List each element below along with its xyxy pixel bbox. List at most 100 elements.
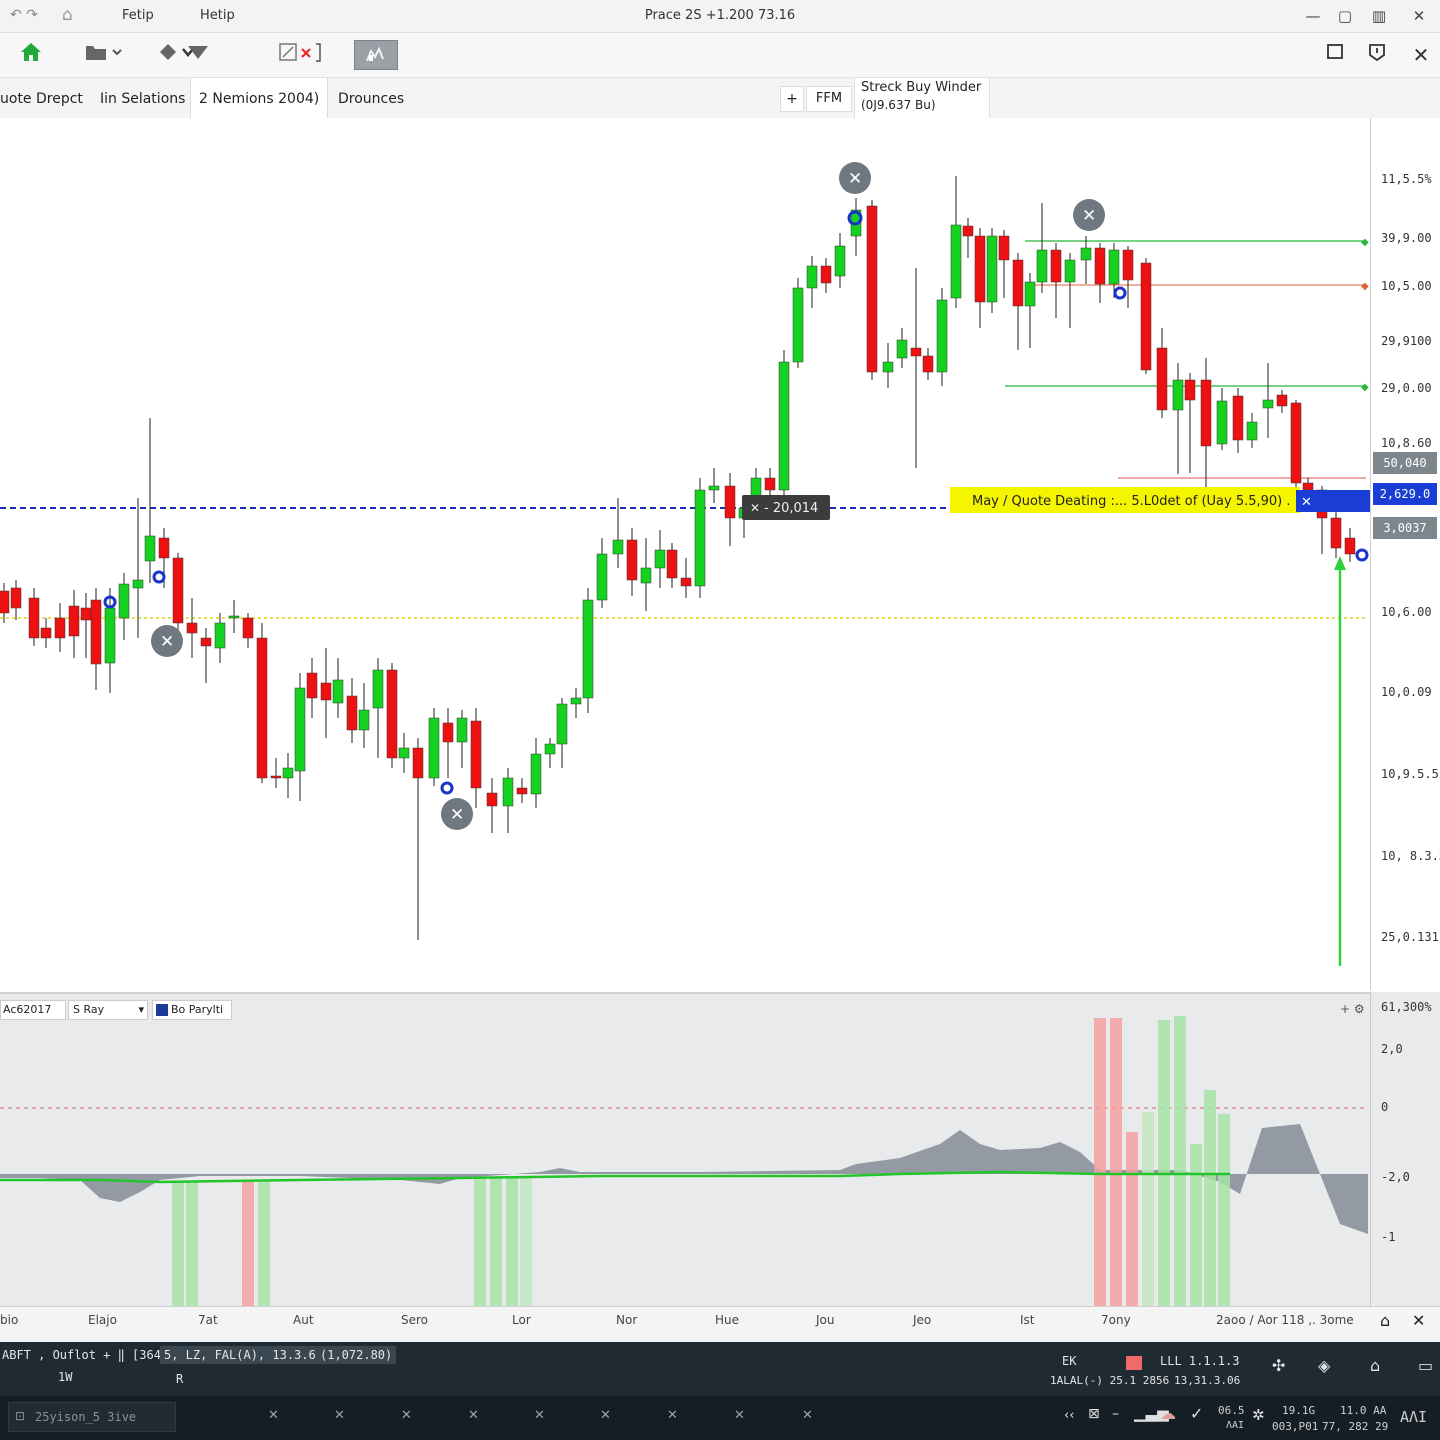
time-axis[interactable]: bio Elajo 7at Aut Sero Lor Nor Hue Jou J… [0, 1306, 1440, 1343]
chart-type-icon[interactable] [354, 40, 398, 70]
candle-body[interactable] [1302, 482, 1314, 491]
candle-body[interactable] [332, 679, 344, 704]
candle-body[interactable] [412, 747, 424, 779]
candle-body[interactable] [386, 669, 398, 759]
indicator-bar[interactable] [242, 1182, 254, 1306]
home-icon[interactable] [16, 41, 46, 69]
candle-body[interactable] [1184, 379, 1196, 401]
indicator-bar[interactable] [1126, 1132, 1138, 1306]
signal-ring-icon[interactable] [152, 570, 166, 584]
volume-indicator-chart[interactable] [0, 994, 1370, 1308]
candle-body[interactable] [186, 622, 198, 634]
candle-body[interactable] [270, 775, 282, 779]
maximize-button[interactable]: ▢ [1330, 4, 1360, 28]
candle-body[interactable] [910, 347, 922, 357]
candle-body[interactable] [54, 617, 66, 639]
candle-body[interactable] [172, 557, 184, 624]
candle-body[interactable] [256, 637, 268, 779]
blue-order-close-icon[interactable]: ✕ [1301, 495, 1312, 510]
candle-body[interactable] [294, 687, 306, 772]
candle-body[interactable] [626, 539, 638, 581]
indicator-bar[interactable] [1094, 1018, 1106, 1306]
candle-body[interactable] [666, 549, 678, 579]
candle-body[interactable] [1344, 537, 1356, 555]
candle-body[interactable] [1330, 517, 1342, 549]
indicator-bar[interactable] [1204, 1090, 1216, 1306]
close-marker-icon[interactable]: ✕ [441, 798, 473, 830]
candle-body[interactable] [456, 717, 468, 743]
candle-body[interactable] [962, 225, 974, 237]
candle-body[interactable] [1200, 379, 1212, 447]
indicator-bar[interactable] [172, 1182, 184, 1306]
taskbar-app-icon[interactable]: ✕ [600, 1408, 611, 1423]
close-icon[interactable]: ✕ [1406, 41, 1436, 69]
candle-body[interactable] [442, 722, 454, 743]
price-axis[interactable]: 11,5.5% 39,9.00 10,5.00 29,9100 29,0.00 … [1370, 118, 1440, 990]
candle-body[interactable] [1216, 400, 1228, 445]
cloud-icon[interactable]: ☁ [1160, 1404, 1176, 1423]
indicator-bar[interactable] [1158, 1020, 1170, 1306]
taskbar-app-icon[interactable]: ✕ [802, 1408, 813, 1423]
close-pane-icon[interactable]: ✕ [1412, 1311, 1425, 1330]
close-marker-icon[interactable]: ✕ [151, 625, 183, 657]
candle-body[interactable] [654, 549, 666, 569]
candle-body[interactable] [936, 299, 948, 373]
candle-body[interactable] [68, 605, 80, 637]
price-badge-current[interactable]: 50,040 [1373, 452, 1437, 474]
candle-body[interactable] [820, 265, 832, 284]
taskbar-app-icon[interactable]: ✕ [468, 1408, 479, 1423]
add-tab-button[interactable]: + [780, 86, 804, 112]
candle-body[interactable] [950, 224, 962, 299]
candle-body[interactable] [80, 607, 92, 621]
candle-body[interactable] [346, 695, 358, 731]
candle-body[interactable] [778, 361, 790, 491]
candle-body[interactable] [882, 361, 894, 373]
candle-body[interactable] [1108, 249, 1120, 285]
candle-body[interactable] [694, 489, 706, 587]
crosshair-icon[interactable]: ✣ [1272, 1356, 1285, 1375]
star-icon[interactable]: ✲ [1252, 1406, 1265, 1424]
candle-body[interactable] [282, 767, 294, 779]
candle-body[interactable] [10, 587, 22, 609]
candle-body[interactable] [1050, 249, 1062, 283]
minimize-button[interactable]: — [1298, 4, 1328, 28]
candle-body[interactable] [104, 607, 116, 664]
check-icon[interactable]: ✓ [1190, 1404, 1203, 1423]
candle-body[interactable] [792, 287, 804, 363]
candle-body[interactable] [1276, 394, 1288, 407]
candle-body[interactable] [530, 753, 542, 795]
candle-body[interactable] [570, 697, 582, 705]
tray-d[interactable]: ΑΛΙ [1400, 1408, 1427, 1426]
window-icon[interactable] [1320, 41, 1350, 69]
candle-body[interactable] [556, 703, 568, 745]
candle-body[interactable] [544, 743, 556, 755]
candle-body[interactable] [708, 485, 720, 491]
candle-body[interactable] [1290, 402, 1302, 484]
candle-body[interactable] [158, 537, 170, 559]
taskbar-app-icon[interactable]: ✕ [734, 1408, 745, 1423]
candle-body[interactable] [1262, 399, 1274, 409]
indicator-selector-2[interactable]: S Ray ▾ [68, 1000, 148, 1020]
tab-drounces[interactable]: Drounces [330, 78, 412, 118]
taskbar-app-icon[interactable]: ✕ [334, 1408, 345, 1423]
indicator-bar[interactable] [1142, 1112, 1154, 1306]
candle-body[interactable] [118, 583, 130, 619]
candle-body[interactable] [1156, 347, 1168, 411]
signal-ring-icon[interactable] [1355, 548, 1369, 562]
candle-body[interactable] [1012, 259, 1024, 307]
candle-body[interactable] [306, 672, 318, 699]
tab-selations[interactable]: Iin Selations [92, 78, 193, 118]
candle-body[interactable] [896, 339, 908, 359]
signal-ring-icon[interactable] [1113, 286, 1127, 300]
folder-icon[interactable] [84, 41, 122, 69]
taskbar-search[interactable]: ⊡ 25yison_5 3ive [8, 1402, 176, 1432]
candle-body[interactable] [470, 720, 482, 789]
indicator-selector-3[interactable]: Bo Parylti [152, 1000, 232, 1020]
indicator-bar[interactable] [474, 1178, 486, 1306]
diamond-icon[interactable]: ◈ [1318, 1356, 1330, 1375]
candle-body[interactable] [764, 477, 776, 491]
indicator-bar[interactable] [1110, 1018, 1122, 1306]
indicator-pane[interactable]: Ac62017 S Ray ▾ Bo Parylti + ⚙ [0, 992, 1440, 1308]
candle-body[interactable] [516, 787, 528, 795]
candle-body[interactable] [372, 669, 384, 709]
